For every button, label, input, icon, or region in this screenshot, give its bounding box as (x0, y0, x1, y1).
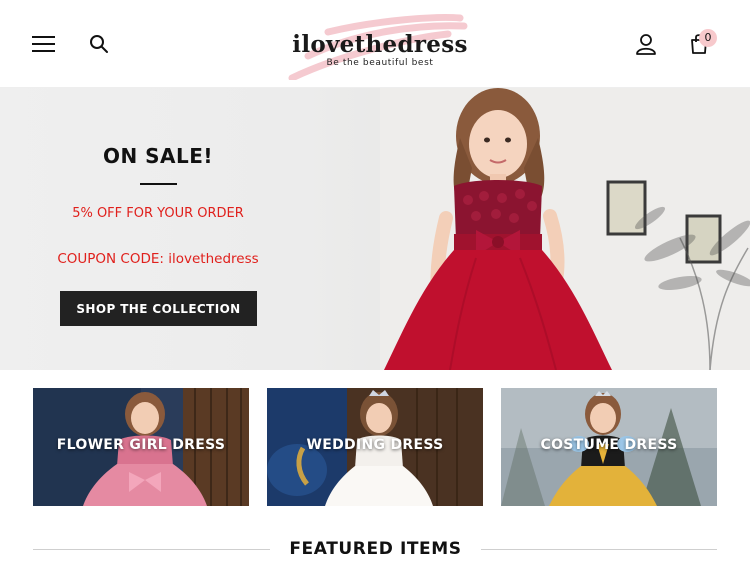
site-header: ilovethedress Be the beautiful best 0 (0, 0, 750, 88)
hero-title: ON SALE! (102, 144, 214, 168)
logo-tagline: Be the beautiful best (326, 58, 434, 68)
menu-icon (32, 36, 55, 52)
category-label: WEDDING DRESS (306, 437, 444, 453)
site-logo[interactable]: ilovethedress Be the beautiful best (282, 6, 478, 82)
menu-button[interactable] (29, 29, 59, 59)
featured-items-heading: FEATURED ITEMS (289, 539, 462, 559)
category-tile-flower-girl[interactable]: FLOWER GIRL DRESS (33, 388, 249, 506)
cart-count-badge: 0 (699, 29, 717, 47)
search-icon (90, 35, 108, 53)
hero-offer-text: 5% OFF FOR YOUR ORDER (72, 206, 244, 221)
featured-divider-left (33, 549, 270, 550)
featured-divider-right (481, 549, 717, 550)
shop-collection-button[interactable]: SHOP THE COLLECTION (60, 291, 257, 326)
category-label: FLOWER GIRL DRESS (56, 437, 226, 453)
category-label: COSTUME DRESS (540, 437, 678, 453)
hero-image (380, 88, 750, 370)
hero-divider (140, 183, 177, 185)
hero-banner: ON SALE! 5% OFF FOR YOUR ORDER COUPON CO… (0, 88, 750, 370)
category-tile-wedding[interactable]: WEDDING DRESS (267, 388, 483, 506)
category-tile-costume[interactable]: COSTUME DRESS (501, 388, 717, 506)
user-icon (636, 34, 656, 55)
logo-text: ilovethedress (292, 31, 468, 58)
search-button[interactable] (84, 29, 114, 59)
hero-coupon-text: COUPON CODE: ilovethedress (57, 251, 259, 267)
account-button[interactable] (631, 29, 661, 59)
